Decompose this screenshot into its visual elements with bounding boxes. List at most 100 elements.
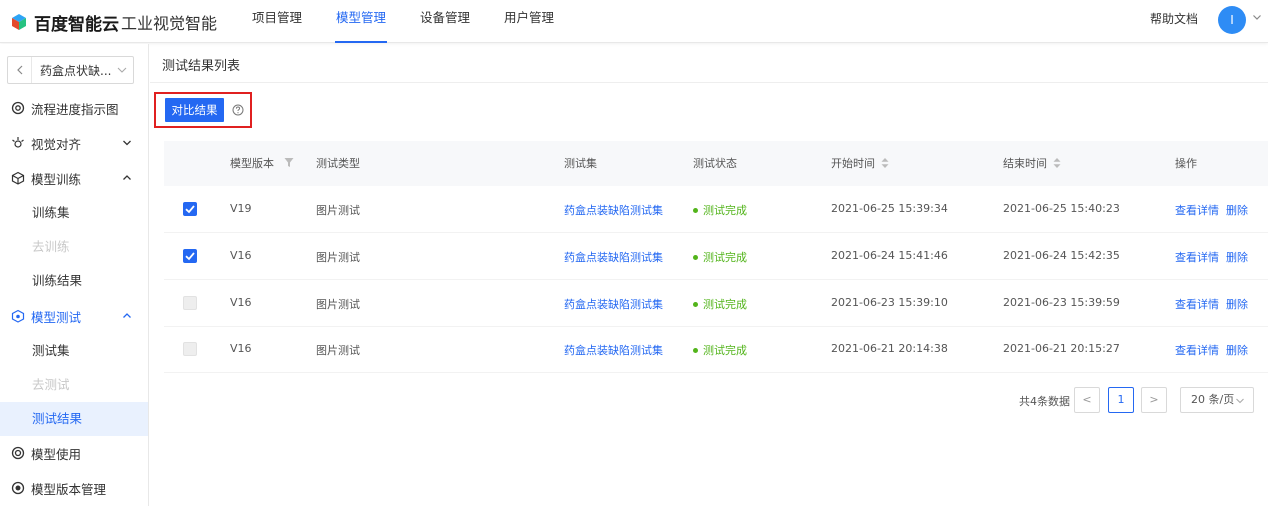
page-size-select[interactable]: 20 条/页 xyxy=(1180,387,1254,413)
sidebar-item-label: 视觉对齐 xyxy=(31,136,82,152)
next-page-button[interactable]: > xyxy=(1141,387,1167,413)
nav-project-management[interactable]: 项目管理 xyxy=(252,0,302,43)
status-text: 测试完成 xyxy=(703,344,747,357)
row-checkbox[interactable] xyxy=(183,249,197,263)
sidebar-item-model-training[interactable]: 模型训练 xyxy=(0,161,148,195)
sidebar: 药盒点状缺... 流程进度指示图 视觉对齐 模型训练 训练集 去训练 训练结果 … xyxy=(0,44,149,506)
model-version-cell: V16 xyxy=(230,342,252,355)
test-status-cell: 测试完成 xyxy=(693,249,747,265)
status-text: 测试完成 xyxy=(703,251,747,264)
project-selector[interactable]: 药盒点状缺... xyxy=(7,56,134,84)
model-version-cell: V16 xyxy=(230,249,252,262)
sidebar-item-visual-alignment[interactable]: 视觉对齐 xyxy=(0,126,148,160)
status-text: 测试完成 xyxy=(703,298,747,311)
product-name: 工业视觉智能 xyxy=(121,14,218,33)
sidebar-item-label: 流程进度指示图 xyxy=(31,101,119,117)
test-status-cell: 测试完成 xyxy=(693,202,747,218)
end-time-cell: 2021-06-21 20:15:27 xyxy=(1003,342,1120,355)
sidebar-item-model-usage[interactable]: 模型使用 xyxy=(0,436,148,470)
sidebar-item-label: 模型测试 xyxy=(31,309,82,325)
chevron-down-icon xyxy=(1236,398,1244,404)
back-button[interactable] xyxy=(8,57,32,83)
sidebar-item-test-results[interactable]: 测试结果 xyxy=(0,402,148,436)
end-time-cell: 2021-06-24 15:42:35 xyxy=(1003,249,1120,262)
test-cube-icon xyxy=(11,309,25,323)
version-icon xyxy=(11,481,25,495)
top-header: 百度智能云 工业视觉智能 项目管理 模型管理 设备管理 用户管理 帮助文档 I xyxy=(0,0,1268,43)
alignment-icon xyxy=(12,137,24,148)
nav-user-management[interactable]: 用户管理 xyxy=(504,0,554,43)
page-size-label: 20 条/页 xyxy=(1191,393,1235,406)
sidebar-item-training-set[interactable]: 训练集 xyxy=(0,196,148,230)
view-details-link[interactable]: 查看详情 xyxy=(1175,296,1219,312)
sidebar-item-process-progress[interactable]: 流程进度指示图 xyxy=(0,91,148,125)
chevron-up-icon xyxy=(123,175,131,180)
column-header-test-type: 测试类型 xyxy=(316,157,360,170)
nav-model-management[interactable]: 模型管理 xyxy=(335,0,388,43)
column-header-test-status: 测试状态 xyxy=(693,157,737,170)
column-header-start-time: 开始时间 xyxy=(831,157,875,170)
filter-icon[interactable] xyxy=(284,157,294,169)
test-set-link[interactable]: 药盒点装缺陷测试集 xyxy=(564,249,663,265)
start-time-cell: 2021-06-24 15:41:46 xyxy=(831,249,948,262)
sort-icon[interactable] xyxy=(880,157,890,169)
test-set-link[interactable]: 药盒点装缺陷测试集 xyxy=(564,296,663,312)
start-time-cell: 2021-06-23 15:39:10 xyxy=(831,296,948,309)
row-checkbox[interactable] xyxy=(183,342,197,356)
check-icon xyxy=(185,252,195,261)
column-header-end-time: 结束时间 xyxy=(1003,157,1047,170)
view-details-link[interactable]: 查看详情 xyxy=(1175,342,1219,358)
sidebar-item-training-results[interactable]: 训练结果 xyxy=(0,264,148,298)
sidebar-item-label: 模型版本管理 xyxy=(31,481,107,497)
logo[interactable]: 百度智能云 工业视觉智能 xyxy=(10,8,217,36)
view-details-link[interactable]: 查看详情 xyxy=(1175,202,1219,218)
help-docs-link[interactable]: 帮助文档 xyxy=(1150,10,1198,27)
row-checkbox[interactable] xyxy=(183,202,197,216)
test-status-cell: 测试完成 xyxy=(693,296,747,312)
test-type-cell: 图片测试 xyxy=(316,298,360,311)
total-count: 共4条数据 xyxy=(1019,395,1070,408)
sidebar-item-label: 模型使用 xyxy=(31,446,82,462)
sidebar-item-model-testing[interactable]: 模型测试 xyxy=(0,299,148,333)
delete-link[interactable]: 删除 xyxy=(1226,342,1248,358)
check-icon xyxy=(185,205,195,214)
test-status-cell: 测试完成 xyxy=(693,342,747,358)
delete-link[interactable]: 删除 xyxy=(1226,296,1248,312)
chevron-down-icon[interactable] xyxy=(1252,12,1262,22)
page-1-button[interactable]: 1 xyxy=(1108,387,1134,413)
sort-icon[interactable] xyxy=(1052,157,1062,169)
status-dot-icon xyxy=(693,208,698,213)
row-checkbox[interactable] xyxy=(183,296,197,310)
user-avatar[interactable]: I xyxy=(1218,6,1246,34)
column-header-actions: 操作 xyxy=(1175,157,1197,170)
prev-page-button[interactable]: < xyxy=(1074,387,1100,413)
target-icon xyxy=(11,446,25,460)
status-dot-icon xyxy=(693,255,698,260)
chevron-left-icon xyxy=(16,65,22,75)
test-type-cell: 图片测试 xyxy=(316,344,360,357)
start-time-cell: 2021-06-25 15:39:34 xyxy=(831,202,948,215)
test-type-cell: 图片测试 xyxy=(316,204,360,217)
test-set-link[interactable]: 药盒点装缺陷测试集 xyxy=(564,202,663,218)
progress-icon xyxy=(11,101,25,115)
sidebar-item-label: 模型训练 xyxy=(31,171,82,187)
status-dot-icon xyxy=(693,348,698,353)
view-details-link[interactable]: 查看详情 xyxy=(1175,249,1219,265)
brand-name: 百度智能云 xyxy=(34,14,119,35)
column-header-test-set: 测试集 xyxy=(564,157,597,170)
divider xyxy=(150,82,1268,83)
test-type-cell: 图片测试 xyxy=(316,251,360,264)
start-time-cell: 2021-06-21 20:14:38 xyxy=(831,342,948,355)
test-set-link[interactable]: 药盒点装缺陷测试集 xyxy=(564,342,663,358)
compare-results-button[interactable]: 对比结果 xyxy=(165,98,224,122)
nav-device-management[interactable]: 设备管理 xyxy=(420,0,470,43)
sidebar-item-test-set[interactable]: 测试集 xyxy=(0,334,148,368)
top-nav: 项目管理 模型管理 设备管理 用户管理 xyxy=(252,0,588,43)
delete-link[interactable]: 删除 xyxy=(1226,202,1248,218)
delete-link[interactable]: 删除 xyxy=(1226,249,1248,265)
column-header-model-version: 模型版本 xyxy=(230,157,274,170)
sidebar-item-model-version-management[interactable]: 模型版本管理 xyxy=(0,471,148,505)
question-icon[interactable] xyxy=(232,104,244,116)
cube-icon xyxy=(11,171,25,185)
status-dot-icon xyxy=(693,302,698,307)
